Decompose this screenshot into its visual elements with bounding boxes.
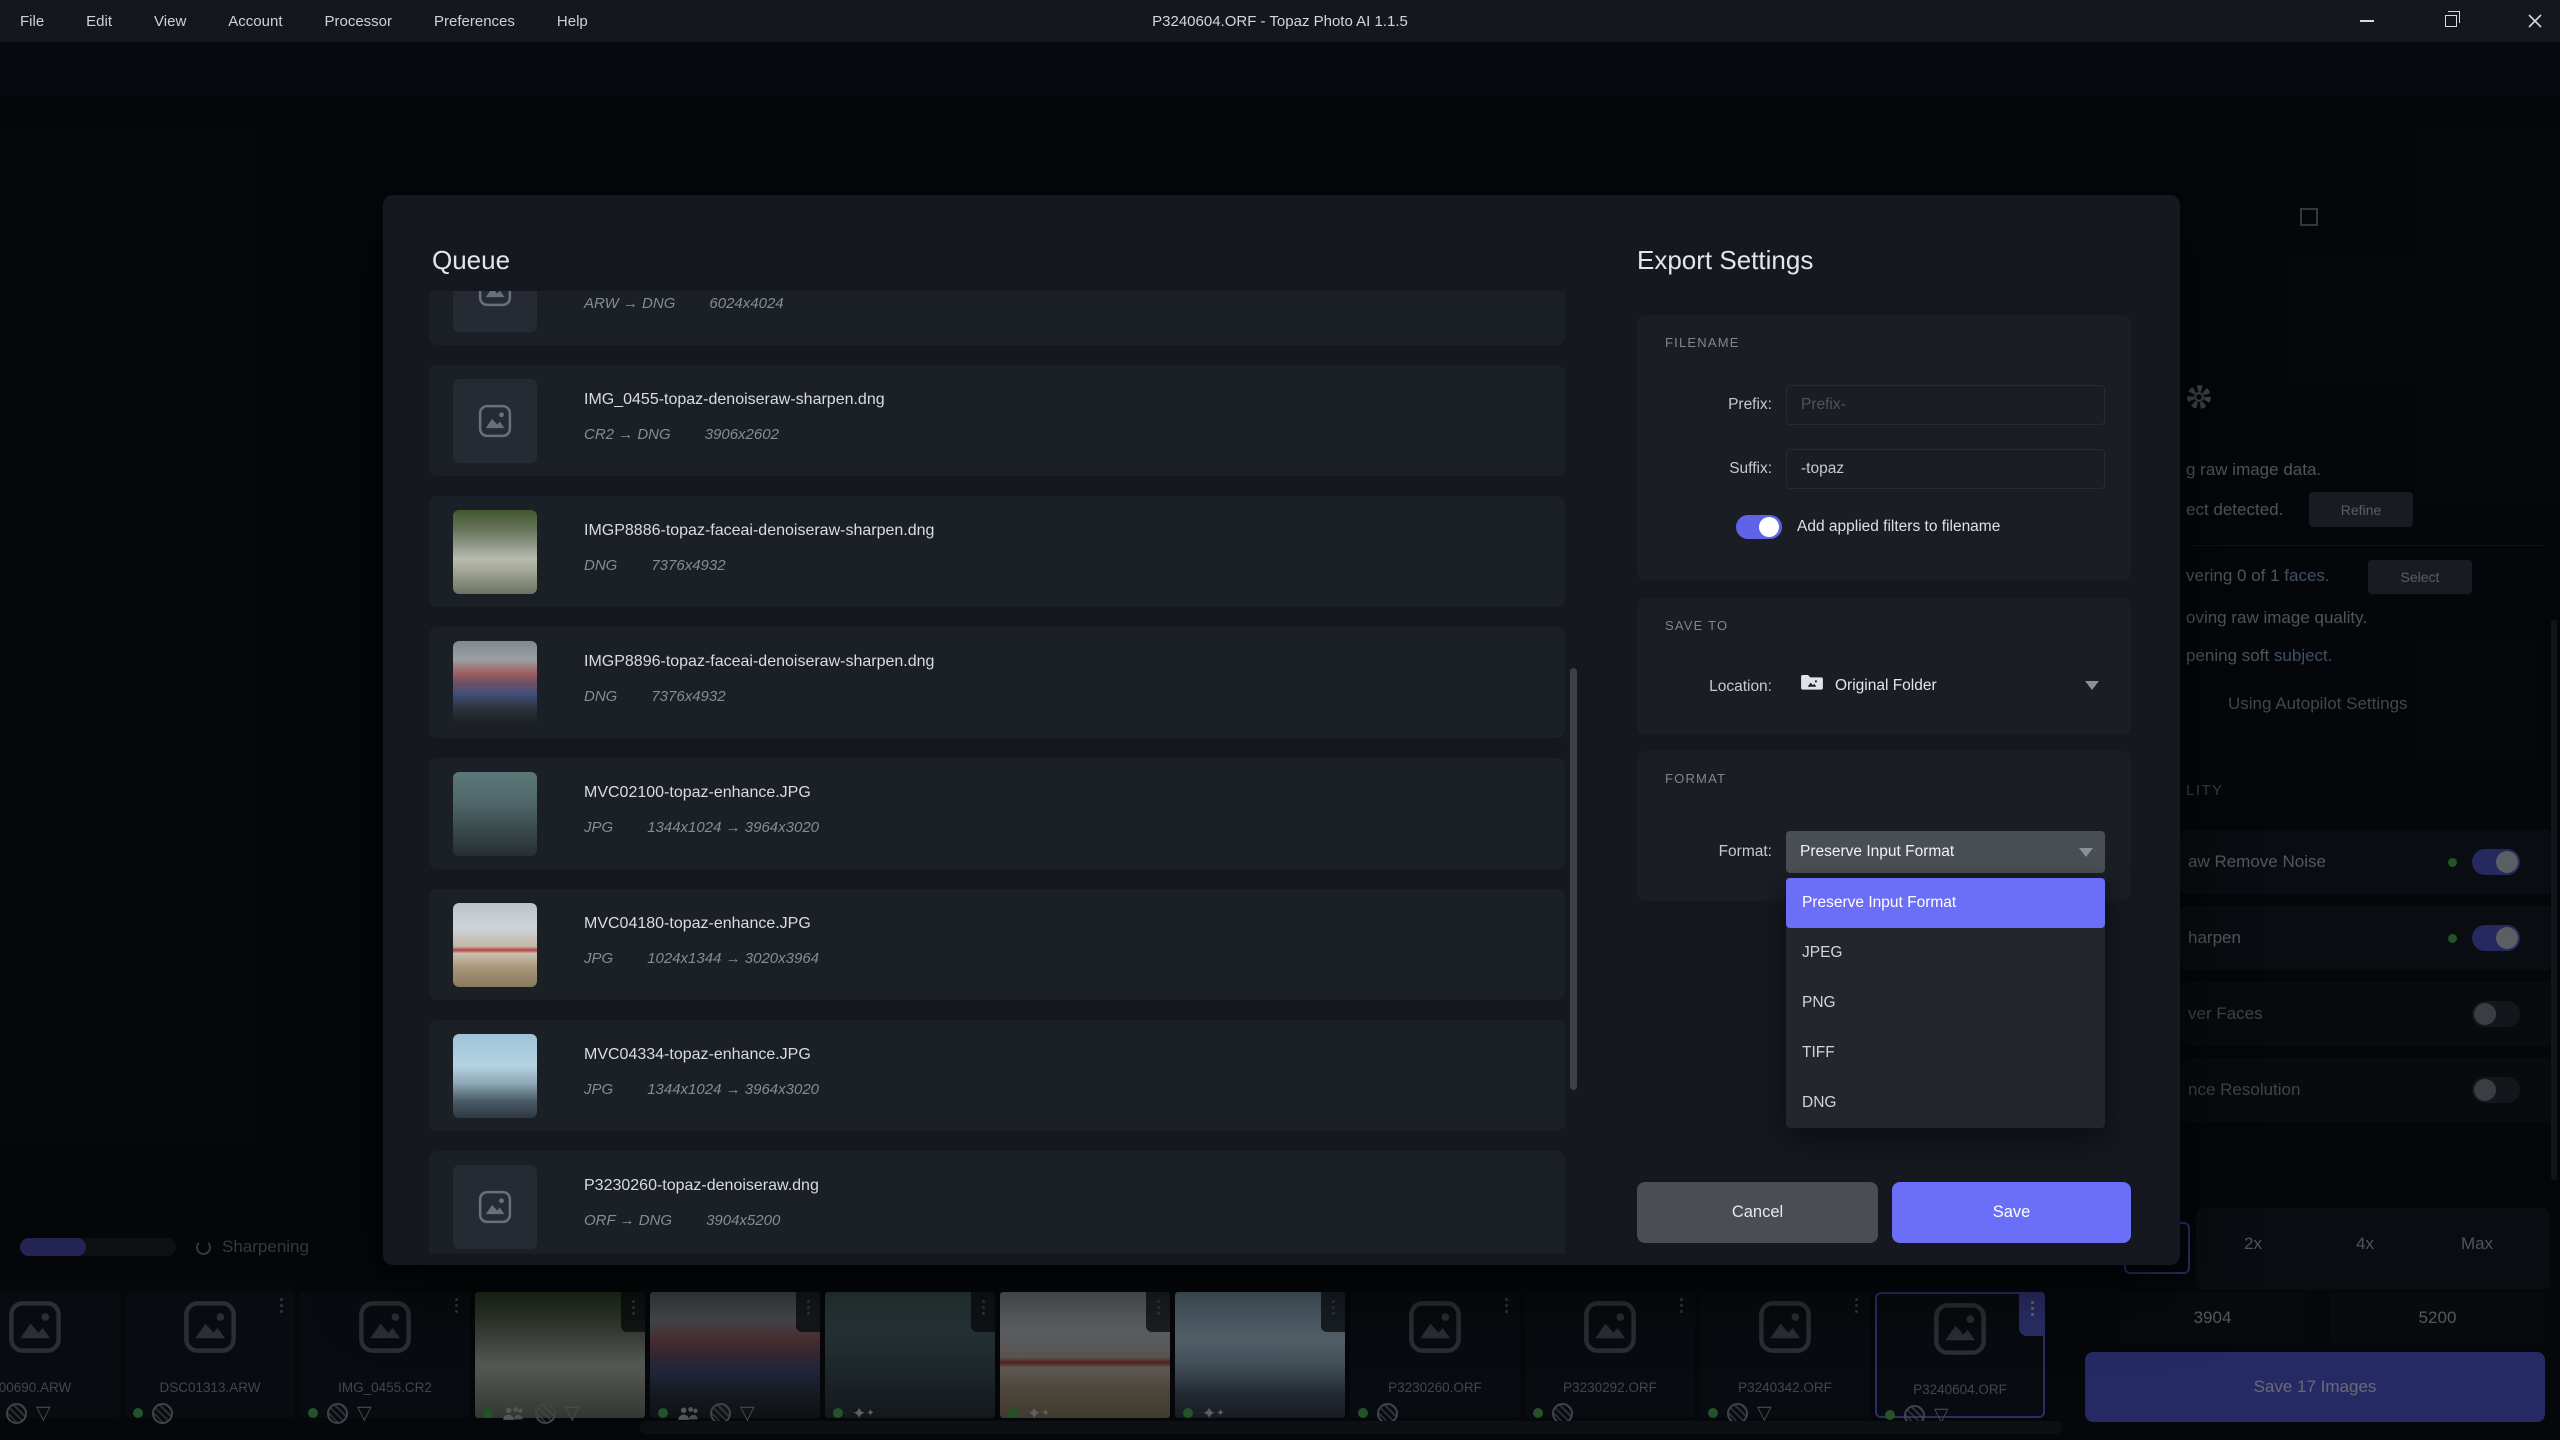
format-option-jpeg[interactable]: JPEG [1786, 928, 2105, 978]
menu-account[interactable]: Account [228, 13, 282, 30]
restore-icon [2445, 15, 2457, 27]
photo-thumbnail [453, 641, 537, 725]
menu-edit[interactable]: Edit [86, 13, 112, 30]
queue-title: Queue [432, 245, 510, 276]
folder-icon [1800, 672, 1824, 692]
suffix-label: Suffix: [1662, 460, 1772, 478]
queue-item-name: MVC02100-topaz-enhance.JPG [584, 784, 811, 802]
image-placeholder-icon [453, 1165, 537, 1249]
queue-item-size: 7376x4932 [651, 688, 725, 705]
chevron-down-icon [2079, 848, 2093, 857]
queue-item[interactable]: P3230260-topaz-denoiseraw.dng ORF → DNG 3… [429, 1151, 1565, 1254]
filename-section-label: FILENAME [1665, 335, 1740, 350]
save-to-section-label: SAVE TO [1665, 618, 1728, 633]
save-to-section: SAVE TO Location: Original Folder [1637, 598, 2131, 735]
menu-help[interactable]: Help [557, 13, 588, 30]
suffix-input[interactable] [1786, 449, 2105, 489]
image-placeholder-icon [453, 379, 537, 463]
queue-item-meta: CR2 → DNG 3906x2602 [584, 426, 779, 443]
restore-button[interactable] [2440, 10, 2462, 32]
queue-item[interactable]: IMG_0455-topaz-denoiseraw-sharpen.dng CR… [429, 365, 1565, 476]
queue-item-size: 1344x1024 → 3964x3020 [647, 1081, 819, 1098]
queue-item-size: 3904x5200 [706, 1212, 780, 1229]
queue-item[interactable]: MVC02100-topaz-enhance.JPG JPG 1344x1024 … [429, 758, 1565, 869]
queue-item-size: 6024x4024 [709, 295, 783, 312]
queue-item-format: CR2 → DNG [584, 426, 671, 443]
photo-thumbnail [453, 510, 537, 594]
add-filters-toggle-label: Add applied filters to filename [1797, 518, 2000, 536]
queue-item-meta: JPG 1344x1024 → 3964x3020 [584, 819, 819, 836]
queue-item-name: IMGP8886-topaz-faceai-denoiseraw-sharpen… [584, 522, 934, 540]
location-label: Location: [1662, 678, 1772, 696]
menu-view[interactable]: View [154, 13, 186, 30]
queue-item-name: P3230260-topaz-denoiseraw.dng [584, 1177, 819, 1195]
queue-item-size: 3906x2602 [705, 426, 779, 443]
queue-item[interactable]: MVC04334-topaz-enhance.JPG JPG 1344x1024 … [429, 1020, 1565, 1131]
photo-thumbnail [453, 1034, 537, 1118]
close-button[interactable] [2524, 10, 2546, 32]
queue-item-meta: JPG 1344x1024 → 3964x3020 [584, 1081, 819, 1098]
photo-thumbnail [453, 903, 537, 987]
queue-item-meta: ARW → DNG 6024x4024 [584, 295, 784, 312]
menu-file[interactable]: File [20, 13, 44, 30]
format-option-dng[interactable]: DNG [1786, 1078, 2105, 1128]
filename-section: FILENAME Prefix: Suffix: Add applied fil… [1637, 315, 2131, 580]
image-placeholder-icon [453, 291, 537, 332]
close-icon [2527, 13, 2543, 29]
queue-item[interactable]: MVC04180-topaz-enhance.JPG JPG 1024x1344 … [429, 889, 1565, 1000]
queue-item[interactable]: IMGP8886-topaz-faceai-denoiseraw-sharpen… [429, 496, 1565, 607]
queue-item[interactable]: ARW → DNG 6024x4024 [429, 291, 1565, 345]
format-dropdown-menu: Preserve Input Format JPEG PNG TIFF DNG [1786, 878, 2105, 1128]
save-button[interactable]: Save [1892, 1182, 2131, 1243]
menu-processor[interactable]: Processor [324, 13, 392, 30]
queue-item-size: 7376x4932 [651, 557, 725, 574]
menu-bar: File Edit View Account Processor Prefere… [0, 13, 588, 30]
format-selected-value: Preserve Input Format [1800, 843, 1954, 861]
queue-item-name: MVC04180-topaz-enhance.JPG [584, 915, 811, 933]
prefix-input[interactable] [1786, 385, 2105, 425]
minimize-icon [2360, 20, 2374, 22]
queue-item-name: IMGP8896-topaz-faceai-denoiseraw-sharpen… [584, 653, 934, 671]
minimize-button[interactable] [2356, 10, 2378, 32]
queue-item-meta: JPG 1024x1344 → 3020x3964 [584, 950, 819, 967]
queue-item-meta: DNG 7376x4932 [584, 557, 726, 574]
queue-item-format: ORF → DNG [584, 1212, 672, 1229]
menu-preferences[interactable]: Preferences [434, 13, 515, 30]
queue-item[interactable]: IMGP8896-topaz-faceai-denoiseraw-sharpen… [429, 627, 1565, 738]
format-option-tiff[interactable]: TIFF [1786, 1028, 2105, 1078]
add-filters-toggle[interactable] [1736, 515, 1782, 539]
format-select[interactable]: Preserve Input Format [1786, 831, 2105, 873]
queue-item-format: DNG [584, 688, 617, 705]
format-label: Format: [1662, 843, 1772, 861]
export-settings-title: Export Settings [1637, 245, 1813, 276]
cancel-button[interactable]: Cancel [1637, 1182, 1878, 1243]
format-section-label: FORMAT [1665, 771, 1726, 786]
prefix-label: Prefix: [1662, 396, 1772, 414]
location-value[interactable]: Original Folder [1835, 677, 1937, 695]
queue-item-format: JPG [584, 819, 613, 836]
queue-list: ARW → DNG 6024x4024 IMG_0455-topaz-denois… [429, 291, 1571, 1254]
export-dialog: Queue Export Settings ARW → DNG 6024x4024… [383, 195, 2180, 1265]
queue-scrollbar[interactable] [1570, 668, 1577, 1090]
window-titlebar: File Edit View Account Processor Prefere… [0, 0, 2560, 42]
queue-item-format: DNG [584, 557, 617, 574]
queue-item-name: MVC04334-topaz-enhance.JPG [584, 1046, 811, 1064]
queue-item-meta: DNG 7376x4932 [584, 688, 726, 705]
chevron-down-icon[interactable] [2085, 681, 2099, 690]
window-title: P3240604.ORF - Topaz Photo AI 1.1.5 [1152, 13, 1408, 30]
queue-item-format: ARW → DNG [584, 295, 675, 312]
format-option-png[interactable]: PNG [1786, 978, 2105, 1028]
queue-item-format: JPG [584, 950, 613, 967]
queue-item-meta: ORF → DNG 3904x5200 [584, 1212, 780, 1229]
photo-thumbnail [453, 772, 537, 856]
format-option-preserve[interactable]: Preserve Input Format [1786, 878, 2105, 928]
queue-item-size: 1344x1024 → 3964x3020 [647, 819, 819, 836]
queue-item-name: IMG_0455-topaz-denoiseraw-sharpen.dng [584, 391, 885, 409]
queue-item-format: JPG [584, 1081, 613, 1098]
queue-item-size: 1024x1344 → 3020x3964 [647, 950, 819, 967]
